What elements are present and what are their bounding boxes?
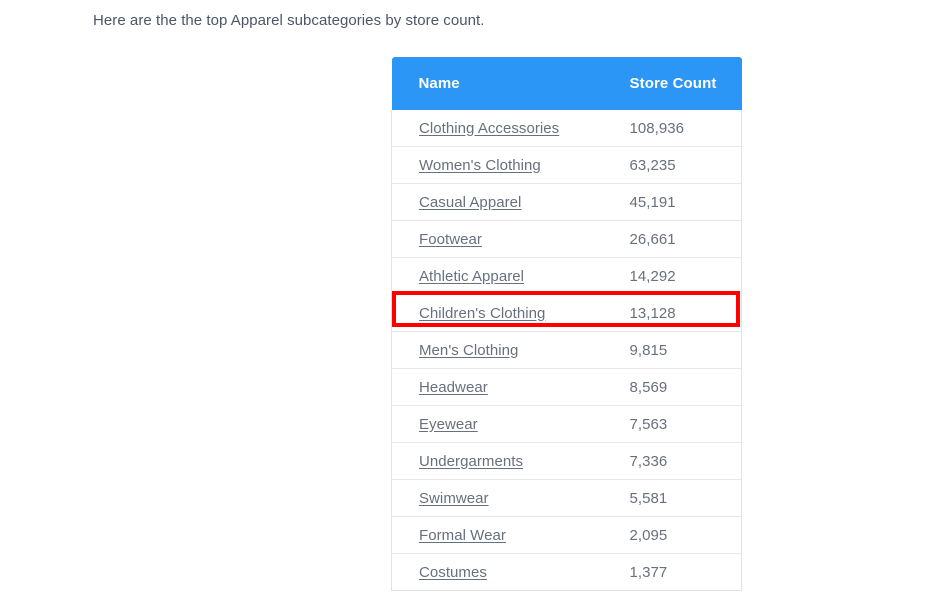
column-header-store-count[interactable]: Store Count xyxy=(621,57,742,110)
table-row: Undergarments 7,336 xyxy=(391,442,742,480)
table-row: Headwear 8,569 xyxy=(391,368,742,406)
cell-name: Clothing Accessories xyxy=(391,110,622,147)
cell-name: Costumes xyxy=(391,553,622,591)
subcategory-link[interactable]: Athletic Apparel xyxy=(419,268,524,285)
cell-store-count: 5,581 xyxy=(621,479,742,517)
subcategory-link[interactable]: Undergarments xyxy=(419,453,523,470)
table-row: Children's Clothing 13,128 xyxy=(391,294,742,332)
cell-store-count: 45,191 xyxy=(621,183,742,221)
subcategory-link[interactable]: Children's Clothing xyxy=(419,305,545,322)
table-row: Footwear 26,661 xyxy=(391,220,742,258)
cell-store-count: 2,095 xyxy=(621,516,742,554)
cell-store-count: 13,128 xyxy=(621,294,742,332)
table-header-row: Name Store Count xyxy=(391,57,742,110)
cell-store-count: 9,815 xyxy=(621,331,742,369)
cell-store-count: 14,292 xyxy=(621,257,742,295)
subcategory-link[interactable]: Casual Apparel xyxy=(419,194,521,211)
table-row: Clothing Accessories 108,936 xyxy=(391,110,742,147)
subcategory-link[interactable]: Women's Clothing xyxy=(419,157,541,174)
intro-text: Here are the the top Apparel subcategori… xyxy=(93,12,485,29)
cell-store-count: 108,936 xyxy=(621,110,742,147)
cell-store-count: 26,661 xyxy=(621,220,742,258)
subcategory-link[interactable]: Costumes xyxy=(419,564,487,581)
cell-name: Footwear xyxy=(391,220,622,258)
subcategory-link[interactable]: Headwear xyxy=(419,379,488,396)
cell-name: Eyewear xyxy=(391,405,622,443)
cell-name: Women's Clothing xyxy=(391,146,622,184)
table-row: Formal Wear 2,095 xyxy=(391,516,742,554)
cell-name: Men's Clothing xyxy=(391,331,622,369)
column-header-name[interactable]: Name xyxy=(391,57,622,110)
cell-store-count: 1,377 xyxy=(621,553,742,591)
cell-name: Formal Wear xyxy=(391,516,622,554)
subcategory-link[interactable]: Footwear xyxy=(419,231,482,248)
cell-name: Children's Clothing xyxy=(391,294,622,332)
table-row: Casual Apparel 45,191 xyxy=(391,183,742,221)
subcategory-link[interactable]: Clothing Accessories xyxy=(419,120,559,137)
table-row: Eyewear 7,563 xyxy=(391,405,742,443)
table-row: Costumes 1,377 xyxy=(391,553,742,591)
table-row: Women's Clothing 63,235 xyxy=(391,146,742,184)
cell-store-count: 7,563 xyxy=(621,405,742,443)
cell-name: Headwear xyxy=(391,368,622,406)
cell-store-count: 7,336 xyxy=(621,442,742,480)
cell-name: Athletic Apparel xyxy=(391,257,622,295)
table-row: Men's Clothing 9,815 xyxy=(391,331,742,369)
cell-store-count: 8,569 xyxy=(621,368,742,406)
table-body: Clothing Accessories 108,936 Women's Cloth… xyxy=(391,110,742,591)
table-row: Swimwear 5,581 xyxy=(391,479,742,517)
subcategory-link[interactable]: Formal Wear xyxy=(419,527,506,544)
cell-name: Undergarments xyxy=(391,442,622,480)
subcategories-table: Name Store Count Clothing Accessories 108… xyxy=(391,57,742,591)
cell-store-count: 63,235 xyxy=(621,146,742,184)
subcategory-link[interactable]: Swimwear xyxy=(419,490,489,507)
table-row: Athletic Apparel 14,292 xyxy=(391,257,742,295)
subcategory-link[interactable]: Men's Clothing xyxy=(419,342,518,359)
results-table-container: Name Store Count Clothing Accessories 108… xyxy=(391,57,742,591)
subcategory-link[interactable]: Eyewear xyxy=(419,416,478,433)
cell-name: Casual Apparel xyxy=(391,183,622,221)
cell-name: Swimwear xyxy=(391,479,622,517)
table-header: Name Store Count xyxy=(391,57,742,110)
